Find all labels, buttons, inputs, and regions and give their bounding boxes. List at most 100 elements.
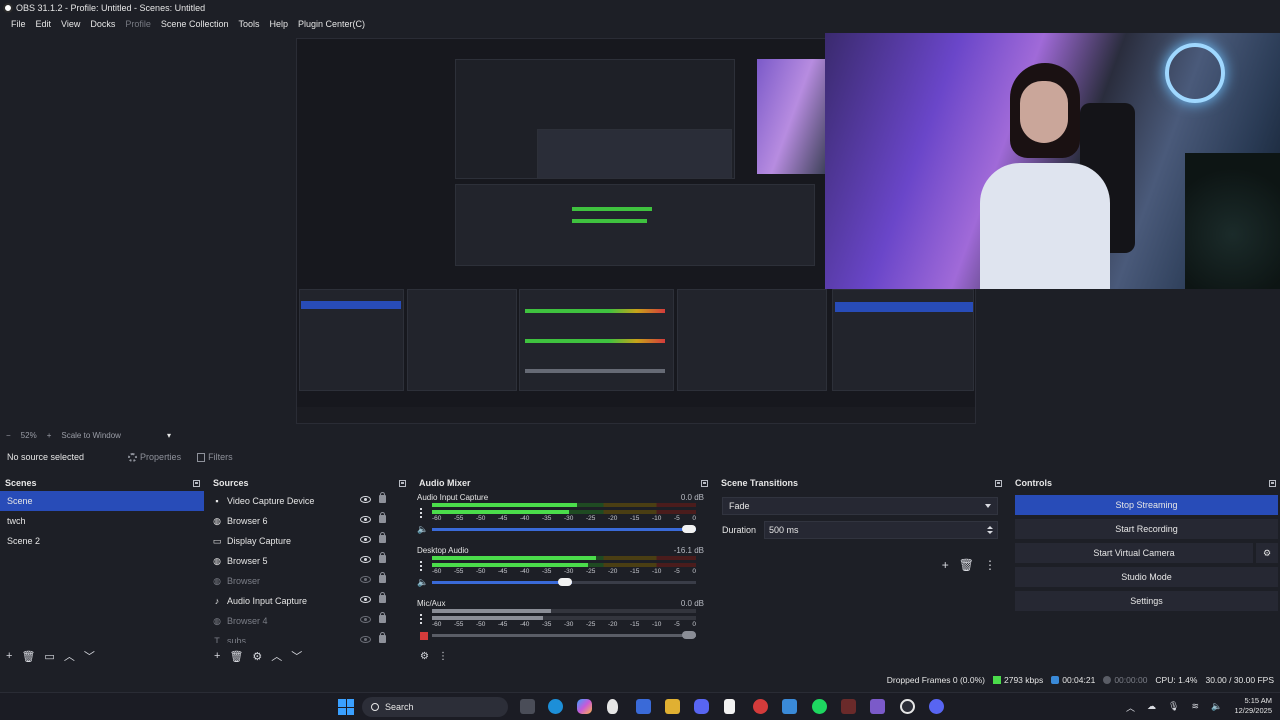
scene-item[interactable]: twch: [0, 511, 204, 531]
add-scene-icon[interactable]: +: [6, 650, 12, 662]
lock-icon[interactable]: [379, 552, 386, 563]
twitch-icon[interactable]: [870, 699, 885, 714]
source-item[interactable]: Tsubs: [208, 631, 410, 643]
menu-scene-collection[interactable]: Scene Collection: [156, 19, 234, 29]
channel-menu-kebab-icon[interactable]: [420, 561, 422, 571]
menu-help[interactable]: Help: [264, 19, 293, 29]
task-view-icon[interactable]: [520, 699, 535, 714]
channel-menu-kebab-icon[interactable]: [420, 508, 422, 518]
source-item[interactable]: ◍ Browser 6: [208, 511, 410, 531]
muted-icon[interactable]: [420, 632, 428, 640]
undock-icon[interactable]: [193, 479, 200, 487]
undock-icon[interactable]: [399, 479, 406, 487]
move-down-icon[interactable]: ﹀: [84, 648, 95, 664]
photos-icon[interactable]: [782, 699, 797, 714]
move-up-icon[interactable]: ︿: [271, 648, 282, 664]
file-explorer-icon[interactable]: [665, 699, 680, 714]
menu-plugin-center[interactable]: Plugin Center(C): [293, 19, 370, 29]
visibility-eye-icon[interactable]: [360, 556, 371, 563]
source-item[interactable]: ◍ Browser 5: [208, 551, 410, 571]
notepad-icon[interactable]: [724, 699, 735, 714]
transition-menu-kebab-icon[interactable]: ⋮: [984, 558, 996, 572]
add-source-icon[interactable]: +: [214, 650, 220, 662]
virtual-camera-settings-gear-icon[interactable]: ⚙: [1256, 543, 1278, 563]
windows-start-icon[interactable]: [338, 699, 354, 715]
lock-icon[interactable]: [379, 492, 386, 503]
remove-source-icon[interactable]: 🗑: [229, 650, 243, 663]
menu-profile[interactable]: Profile: [120, 19, 156, 29]
scene-filters-icon[interactable]: ▭: [44, 650, 54, 663]
menu-docks[interactable]: Docks: [85, 19, 120, 29]
maps-pin-icon[interactable]: [607, 699, 618, 714]
spotify-icon[interactable]: [812, 699, 827, 714]
audio-menu-kebab-icon[interactable]: ⋮: [438, 651, 448, 662]
scale-mode[interactable]: Scale to Window: [61, 431, 121, 440]
tray-chevron-up-icon[interactable]: ︿: [1126, 701, 1135, 714]
volume-slider[interactable]: [432, 631, 696, 639]
studio-mode-button[interactable]: Studio Mode: [1015, 567, 1278, 587]
move-down-icon[interactable]: ﹀: [291, 648, 302, 664]
edge-icon[interactable]: [548, 699, 563, 714]
scale-mode-dropdown-icon[interactable]: ▾: [167, 431, 171, 440]
preview-canvas[interactable]: [0, 33, 1280, 427]
chat-app-icon[interactable]: [929, 699, 944, 714]
visibility-eye-icon[interactable]: [360, 536, 371, 543]
copilot-icon[interactable]: [577, 699, 592, 714]
volume-slider[interactable]: [432, 525, 696, 533]
menu-tools[interactable]: Tools: [233, 19, 264, 29]
menu-file[interactable]: File: [6, 19, 31, 29]
visibility-eye-icon[interactable]: [360, 636, 371, 643]
lock-icon[interactable]: [379, 632, 386, 643]
volume-icon[interactable]: 🔈: [1211, 701, 1222, 714]
add-transition-icon[interactable]: +: [942, 558, 949, 572]
remove-scene-icon[interactable]: 🗑: [21, 650, 35, 663]
microphone-tray-icon[interactable]: 🎙: [1168, 701, 1179, 714]
menu-view[interactable]: View: [56, 19, 85, 29]
zoom-out-button[interactable]: −: [6, 431, 11, 440]
speaker-icon[interactable]: 🔈: [417, 577, 428, 588]
cloud-icon[interactable]: ☁: [1147, 701, 1156, 714]
visibility-eye-icon[interactable]: [360, 516, 371, 523]
undock-icon[interactable]: [1269, 479, 1276, 487]
lock-icon[interactable]: [379, 532, 386, 543]
advanced-audio-gear-icon[interactable]: ⚙: [420, 651, 429, 662]
epic-games-icon[interactable]: [841, 699, 856, 714]
duration-input[interactable]: 500 ms: [764, 521, 998, 539]
stop-streaming-button[interactable]: Stop Streaming: [1015, 495, 1278, 515]
settings-button[interactable]: Settings: [1015, 591, 1278, 611]
discord-icon[interactable]: [694, 699, 709, 714]
volume-knob[interactable]: [682, 631, 696, 639]
remove-transition-icon[interactable]: 🗑: [959, 558, 974, 572]
lock-icon[interactable]: [379, 592, 386, 603]
source-item[interactable]: ◍ Browser 4: [208, 611, 410, 631]
source-item[interactable]: ▭ Display Capture: [208, 531, 410, 551]
start-virtual-camera-button[interactable]: Start Virtual Camera: [1015, 543, 1253, 563]
source-item[interactable]: ♪ Audio Input Capture: [208, 591, 410, 611]
undock-icon[interactable]: [995, 479, 1002, 487]
lock-icon[interactable]: [379, 612, 386, 623]
scene-item[interactable]: Scene 2: [0, 531, 204, 551]
duration-spinner[interactable]: [987, 526, 993, 534]
speaker-icon[interactable]: 🔈: [417, 524, 428, 535]
scene-item[interactable]: Scene: [0, 491, 204, 511]
visibility-eye-icon[interactable]: [360, 596, 371, 603]
start-recording-button[interactable]: Start Recording: [1015, 519, 1278, 539]
lock-icon[interactable]: [379, 512, 386, 523]
properties-button[interactable]: Properties: [128, 452, 181, 462]
transition-select[interactable]: Fade: [722, 497, 998, 515]
volume-slider[interactable]: [432, 578, 696, 586]
visibility-eye-icon[interactable]: [360, 496, 371, 503]
wifi-icon[interactable]: ≋: [1191, 701, 1199, 714]
source-item[interactable]: ◍ Browser: [208, 571, 410, 591]
menu-edit[interactable]: Edit: [31, 19, 57, 29]
store-icon[interactable]: [636, 699, 651, 714]
obs-taskbar-icon[interactable]: [900, 699, 915, 714]
undock-icon[interactable]: [701, 479, 708, 487]
move-up-icon[interactable]: ︿: [64, 648, 75, 664]
volume-knob[interactable]: [557, 578, 572, 586]
channel-menu-kebab-icon[interactable]: [420, 614, 422, 624]
lock-icon[interactable]: [379, 572, 386, 583]
visibility-eye-icon[interactable]: [360, 576, 371, 583]
visibility-eye-icon[interactable]: [360, 616, 371, 623]
clock[interactable]: 5:15 AM 12/29/2025: [1234, 696, 1272, 716]
